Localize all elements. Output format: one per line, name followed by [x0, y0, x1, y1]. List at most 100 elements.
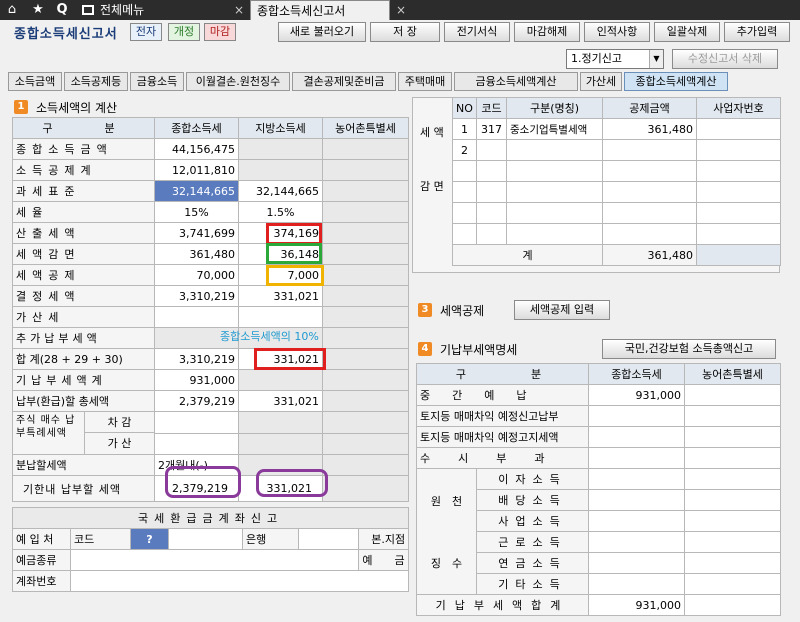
code-cell[interactable] — [476, 181, 507, 203]
biz-number-cell[interactable] — [696, 181, 781, 203]
biz-number-cell[interactable] — [696, 223, 781, 245]
branch-field[interactable] — [298, 528, 359, 550]
local-tax-cell[interactable]: 32,144,665 — [238, 180, 323, 202]
personal-info-button[interactable]: 인적사항 — [584, 22, 650, 42]
home-icon[interactable]: ⌂ — [4, 2, 20, 18]
code-cell[interactable] — [476, 160, 507, 182]
income-tax-cell[interactable]: 3,310,219 — [154, 285, 239, 307]
bulk-delete-button[interactable]: 일괄삭제 — [654, 22, 720, 42]
income-tax-cell[interactable]: 70,000 — [154, 264, 239, 286]
biz-number-cell[interactable] — [696, 160, 781, 182]
name-cell[interactable] — [506, 223, 603, 245]
amount-cell[interactable] — [602, 160, 697, 182]
tab-all-menu[interactable]: 전체메뉴 — [78, 0, 248, 20]
amount-cell[interactable] — [602, 181, 697, 203]
rural-tax-cell[interactable] — [684, 531, 781, 553]
deposit-type-field[interactable] — [70, 549, 359, 571]
code-cell[interactable] — [476, 202, 507, 224]
tab-financial-income[interactable]: 금융소득 — [130, 72, 184, 91]
amount-cell[interactable] — [602, 223, 697, 245]
income-tax-cell[interactable]: 3,310,219 — [154, 348, 239, 370]
rural-tax-cell[interactable] — [684, 405, 781, 427]
amount-cell[interactable] — [602, 202, 697, 224]
amount-cell[interactable] — [602, 139, 697, 161]
tab-income-deduction[interactable]: 소득공제등 — [64, 72, 128, 91]
tab-penalty-tax[interactable]: 가산세 — [580, 72, 622, 91]
insurance-income-report-button[interactable]: 국민,건강보험 소득총액신고 — [602, 339, 776, 359]
bank-name-field[interactable] — [168, 528, 243, 550]
income-tax-cell[interactable]: 931,000 — [588, 384, 685, 406]
tab-loss-deduction[interactable]: 결손공제및준비금 — [292, 72, 396, 91]
income-tax-cell[interactable] — [588, 573, 685, 595]
table-row[interactable]: 1 317 중소기업특별세액 361,480 — [452, 118, 781, 140]
income-tax-cell[interactable]: 361,480 — [154, 243, 239, 265]
biz-number-cell[interactable] — [696, 139, 781, 161]
income-tax-cell[interactable]: 2,379,219 — [154, 390, 239, 412]
income-tax-cell[interactable]: 15% — [154, 201, 239, 223]
badge-revised[interactable]: 개정 — [168, 23, 200, 41]
income-tax-cell[interactable] — [588, 447, 685, 469]
prev-form-button[interactable]: 전기서식 — [444, 22, 510, 42]
search-icon[interactable]: Q — [54, 2, 70, 18]
tab-tax-return[interactable]: 종합소득세신고서 — [250, 0, 390, 20]
filing-type-select[interactable]: 1.정기신고 ▼ — [566, 49, 664, 69]
code-cell[interactable] — [476, 139, 507, 161]
tab-housing-sale[interactable]: 주택매매 — [398, 72, 452, 91]
stock-deduct-cell[interactable] — [154, 411, 239, 434]
close-icon[interactable]: × — [396, 0, 406, 20]
local-tax-cell[interactable]: 331,021 — [238, 285, 323, 307]
rural-tax-cell[interactable] — [684, 468, 781, 490]
badge-closed[interactable]: 마감 — [204, 23, 236, 41]
tab-total-tax-calc[interactable]: 종합소득세액계산 — [624, 72, 728, 91]
income-tax-cell[interactable] — [154, 306, 239, 328]
account-number-field[interactable] — [69, 570, 410, 592]
name-cell[interactable]: 중소기업특별세액 — [506, 118, 603, 140]
rural-tax-cell[interactable] — [684, 552, 781, 574]
local-tax-cell[interactable]: 331,021 — [238, 390, 323, 412]
income-tax-cell[interactable] — [588, 426, 685, 448]
delete-amended-button[interactable]: 수정신고서 삭제 — [672, 49, 778, 69]
rural-tax-cell[interactable] — [684, 384, 781, 406]
income-tax-cell[interactable] — [588, 405, 685, 427]
income-tax-cell[interactable]: 32,144,665 — [154, 180, 239, 202]
income-tax-cell[interactable]: 931,000 — [154, 369, 239, 391]
star-icon[interactable]: ★ — [30, 2, 46, 18]
code-cell[interactable] — [476, 223, 507, 245]
rural-tax-cell[interactable] — [684, 510, 781, 532]
help-icon[interactable]: ? — [130, 528, 169, 550]
local-tax-cell[interactable]: 1.5% — [238, 201, 323, 223]
rural-tax-cell[interactable] — [684, 573, 781, 595]
name-cell[interactable] — [506, 202, 603, 224]
rural-tax-cell[interactable] — [684, 426, 781, 448]
income-tax-cell[interactable]: 44,156,475 — [154, 138, 239, 160]
unclose-button[interactable]: 마감해제 — [514, 22, 580, 42]
stock-add-cell[interactable] — [154, 432, 239, 455]
name-cell[interactable] — [506, 139, 603, 161]
rural-tax-cell[interactable] — [684, 447, 781, 469]
reload-button[interactable]: 새로 불러오기 — [278, 22, 366, 42]
income-tax-cell[interactable] — [588, 531, 685, 553]
name-cell[interactable] — [506, 181, 603, 203]
save-button[interactable]: 저 장 — [370, 22, 440, 42]
local-tax-cell[interactable] — [238, 306, 323, 328]
table-row[interactable]: 2 — [452, 139, 781, 161]
add-input-button[interactable]: 추가입력 — [724, 22, 790, 42]
income-tax-cell[interactable] — [588, 489, 685, 511]
income-tax-cell[interactable]: 3,741,699 — [154, 222, 239, 244]
tab-carryover-loss[interactable]: 이월결손.원천징수 — [186, 72, 290, 91]
amount-cell[interactable]: 361,480 — [602, 118, 697, 140]
name-cell[interactable] — [506, 160, 603, 182]
rural-tax-cell[interactable] — [684, 489, 781, 511]
income-tax-cell[interactable] — [588, 552, 685, 574]
badge-electronic[interactable]: 전자 — [130, 23, 162, 41]
income-tax-cell[interactable]: 12,011,810 — [154, 159, 239, 181]
close-icon[interactable]: × — [234, 0, 244, 20]
tab-financial-tax-calc[interactable]: 금융소득세액계산 — [454, 72, 578, 91]
code-cell[interactable]: 317 — [476, 118, 507, 140]
biz-number-cell[interactable] — [696, 202, 781, 224]
tax-credit-input-button[interactable]: 세액공제 입력 — [514, 300, 610, 320]
income-tax-cell[interactable] — [588, 468, 685, 490]
income-tax-cell[interactable] — [588, 510, 685, 532]
biz-number-cell[interactable] — [696, 118, 781, 140]
tab-income-amount[interactable]: 소득금액 — [8, 72, 62, 91]
